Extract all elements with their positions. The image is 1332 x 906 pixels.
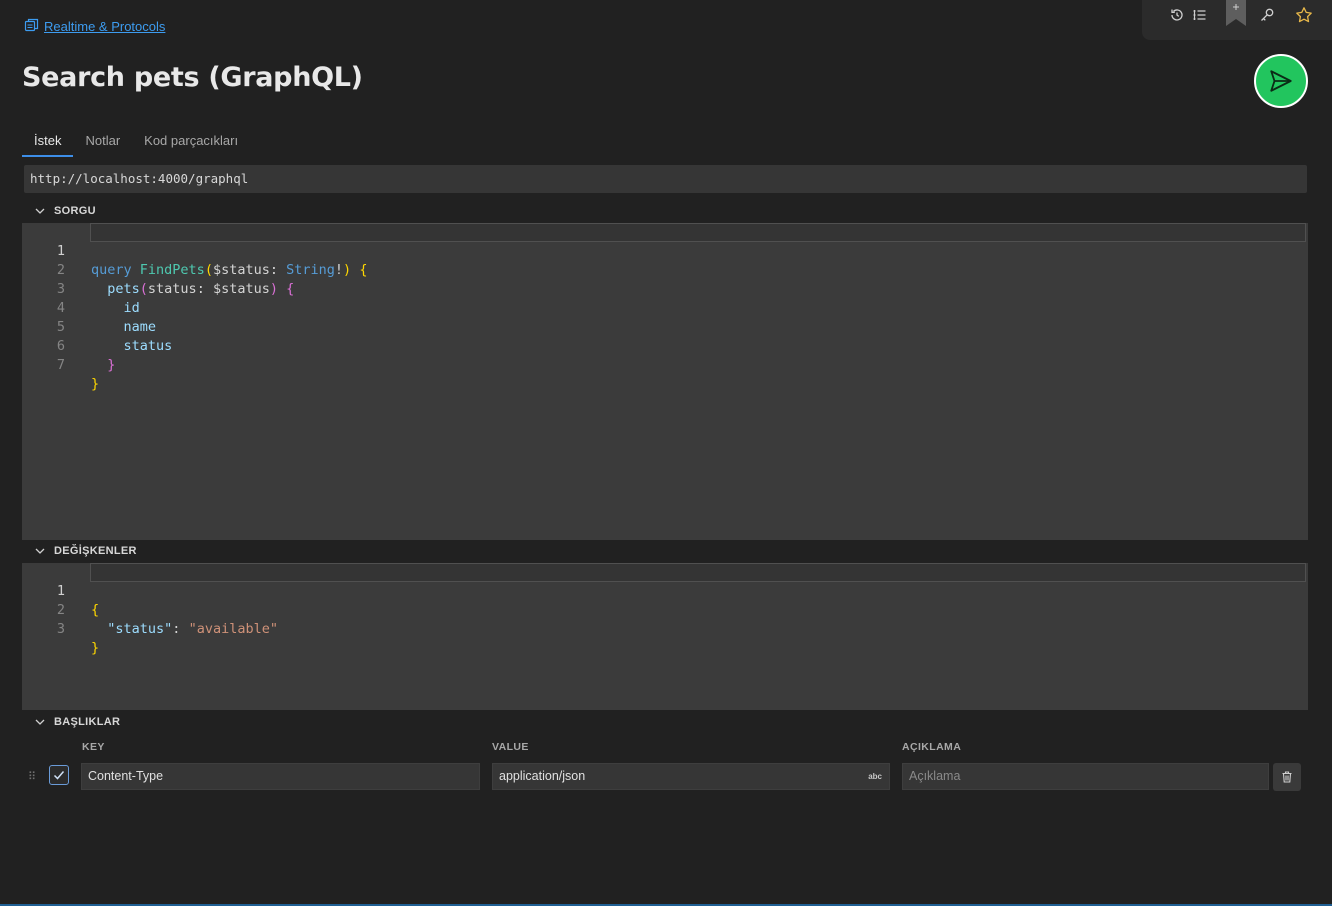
code-line: 3 } <box>22 601 1308 656</box>
key-icon[interactable] <box>1256 4 1278 26</box>
value-column-header: VALUE <box>492 741 529 753</box>
star-icon[interactable] <box>1293 4 1315 26</box>
headers-section-title: BAŞLIKLAR <box>54 716 121 728</box>
breadcrumb: Realtime & Protocols <box>24 17 165 36</box>
page-title: Search pets (GraphQL) <box>22 62 363 93</box>
breadcrumb-link[interactable]: Realtime & Protocols <box>44 19 165 34</box>
tab-notes[interactable]: Notlar <box>73 130 132 157</box>
tab-code-snippets[interactable]: Kod parçacıkları <box>132 130 250 157</box>
bookmark-icon[interactable] <box>1226 0 1246 26</box>
check-icon <box>52 768 66 782</box>
tab-request[interactable]: İstek <box>22 130 74 157</box>
value-type-badge[interactable]: abc <box>868 764 882 789</box>
chevron-down-icon <box>34 716 46 728</box>
code-line: 4 name <box>22 280 1308 335</box>
line-number: 3 <box>56 621 65 637</box>
url-input[interactable]: http://localhost:4000/graphql <box>24 165 1307 193</box>
variables-section-header[interactable]: DEĞİŞKENLER <box>34 545 137 557</box>
key-column-header: KEY <box>82 741 105 753</box>
code-line: 2 pets(status: $status) { <box>22 242 1308 297</box>
chevron-down-icon <box>34 545 46 557</box>
variables-editor[interactable]: 1 { 2 "status": "available" 3 } <box>22 563 1308 710</box>
send-button[interactable] <box>1254 54 1308 108</box>
header-enabled-checkbox[interactable] <box>49 765 69 785</box>
collection-icon <box>24 17 40 36</box>
code-line: 1 { <box>22 563 1308 618</box>
header-value-text: application/json <box>499 769 586 783</box>
query-editor[interactable]: 1 query FindPets($status: String!) { 2 p… <box>22 223 1308 540</box>
list-icon[interactable] <box>1189 4 1211 26</box>
query-section-title: SORGU <box>54 205 96 217</box>
header-description-input[interactable]: Açıklama <box>902 763 1269 790</box>
code-line: 7 } <box>22 337 1308 392</box>
headers-section-header[interactable]: BAŞLIKLAR <box>34 716 120 728</box>
drag-handle-icon[interactable]: ⠿ <box>28 770 36 783</box>
code-line: 3 id <box>22 261 1308 316</box>
code-line: 1 query FindPets($status: String!) { <box>22 223 1308 278</box>
code-line: 6 } <box>22 318 1308 373</box>
chevron-down-icon <box>34 205 46 217</box>
line-number: 7 <box>56 357 65 373</box>
header-value-input[interactable]: application/json abc <box>492 763 890 790</box>
toolbar <box>1142 0 1332 40</box>
tab-bar: İstek Notlar Kod parçacıkları <box>22 130 250 157</box>
header-key-input[interactable]: Content-Type <box>81 763 480 790</box>
history-icon[interactable] <box>1166 4 1188 26</box>
description-column-header: AÇIKLAMA <box>902 741 962 753</box>
send-icon <box>1268 68 1294 94</box>
trash-icon <box>1280 770 1294 784</box>
query-section-header[interactable]: SORGU <box>34 205 96 217</box>
variables-section-title: DEĞİŞKENLER <box>54 545 137 557</box>
code-line: 5 status <box>22 299 1308 354</box>
delete-header-button[interactable] <box>1273 763 1301 791</box>
code-line: 2 "status": "available" <box>22 582 1308 637</box>
